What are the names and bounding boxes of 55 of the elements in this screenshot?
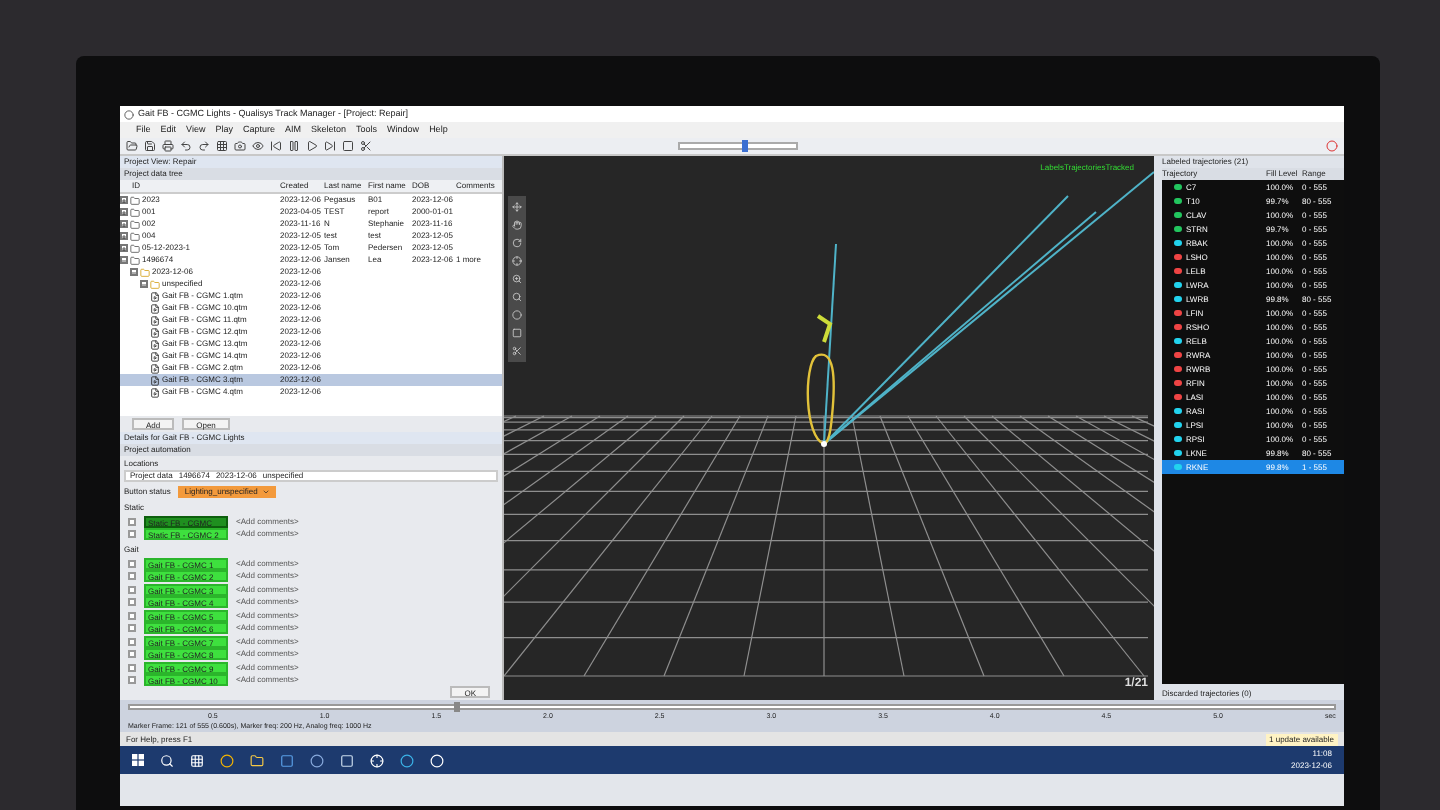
collapse-icon[interactable] (140, 280, 148, 288)
zoom-icon[interactable] (512, 274, 522, 284)
checkbox[interactable] (128, 585, 136, 593)
undo-icon[interactable] (180, 140, 192, 152)
checkbox[interactable] (128, 663, 136, 671)
collapse-icon[interactable] (130, 268, 138, 276)
document-icon[interactable] (340, 753, 354, 767)
save-icon[interactable] (144, 140, 156, 152)
collapse-icon[interactable] (120, 256, 128, 264)
app-icon (124, 109, 134, 119)
expand-icon[interactable] (120, 196, 128, 204)
camera-icon[interactable] (234, 140, 246, 152)
expand-icon[interactable] (120, 220, 128, 228)
checkbox[interactable] (128, 530, 136, 538)
redo-icon[interactable] (198, 140, 210, 152)
play-icon[interactable] (306, 140, 318, 152)
expand-icon[interactable] (120, 232, 128, 240)
checkbox[interactable] (128, 676, 136, 684)
windows-icon[interactable] (132, 754, 144, 766)
expand-icon[interactable] (120, 244, 128, 252)
speed-slider-track[interactable] (678, 142, 798, 150)
square-icon[interactable] (512, 328, 522, 338)
checkbox[interactable] (128, 517, 136, 525)
mail-icon[interactable] (280, 753, 294, 767)
checkbox[interactable] (128, 598, 136, 606)
hand-icon[interactable] (512, 220, 522, 230)
checkbox[interactable] (128, 572, 136, 580)
move-icon[interactable] (512, 202, 522, 212)
expand-icon[interactable] (120, 208, 128, 216)
rotate-icon[interactable] (512, 238, 522, 248)
browser-icon[interactable] (400, 753, 414, 767)
skip-back-icon[interactable] (270, 140, 282, 152)
checkbox[interactable] (128, 624, 136, 632)
timeline-track[interactable] (128, 704, 1336, 709)
search-icon[interactable] (512, 292, 522, 302)
browser-icon[interactable] (220, 753, 234, 767)
skip-forward-icon[interactable] (324, 140, 336, 152)
circle-icon[interactable] (512, 310, 522, 320)
printer-icon[interactable] (162, 140, 174, 152)
grid-icon[interactable] (216, 140, 228, 152)
timeline-thumb[interactable] (453, 702, 460, 712)
checkbox[interactable] (128, 637, 136, 645)
checkbox[interactable] (128, 611, 136, 619)
eye-icon[interactable] (252, 140, 264, 152)
task-view-icon[interactable] (190, 753, 204, 767)
checkbox[interactable] (128, 559, 136, 567)
crosshair-icon[interactable] (512, 256, 522, 266)
stop-icon[interactable] (342, 140, 354, 152)
checkbox[interactable] (128, 650, 136, 658)
record-icon[interactable] (1326, 140, 1338, 152)
app-icon[interactable] (310, 753, 324, 767)
pause-icon[interactable] (288, 140, 300, 152)
folder-icon[interactable] (126, 140, 138, 152)
speed-slider-thumb[interactable] (741, 140, 748, 152)
scissors-icon[interactable] (360, 140, 372, 152)
